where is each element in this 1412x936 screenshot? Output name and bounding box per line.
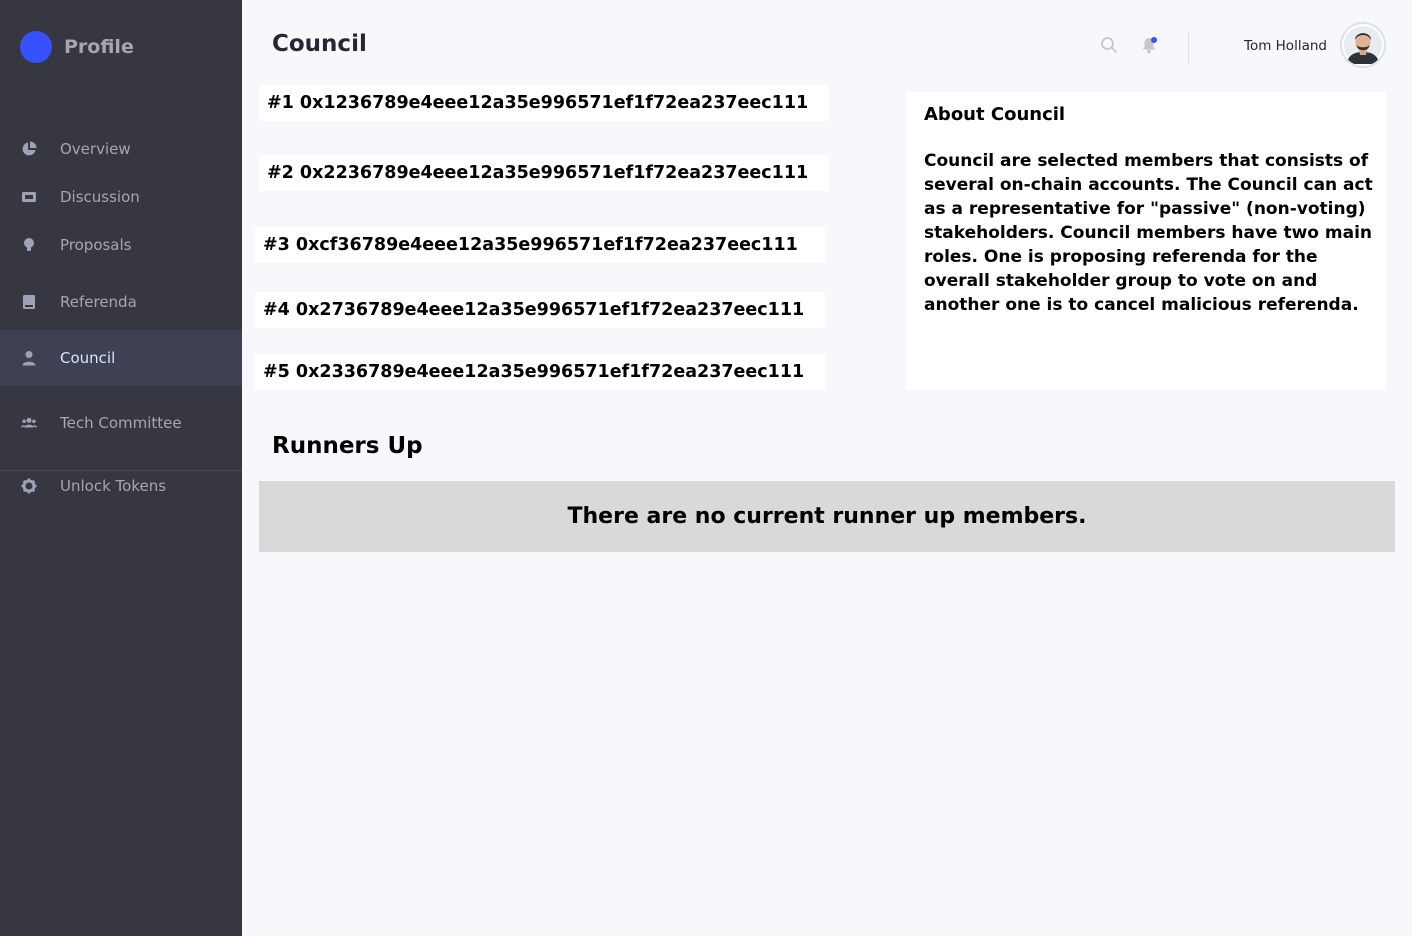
council-member-card[interactable]: #4 0x2736789e4eee12a35e996571ef1f72ea237…: [255, 292, 825, 328]
council-member-card[interactable]: #2 0x2236789e4eee12a35e996571ef1f72ea237…: [259, 155, 829, 191]
council-member-card[interactable]: #5 0x2336789e4eee12a35e996571ef1f72ea237…: [255, 354, 825, 390]
council-member-address: #4 0x2736789e4eee12a35e996571ef1f72ea237…: [263, 300, 805, 320]
council-member-card[interactable]: #1 0x1236789e4eee12a35e996571ef1f72ea237…: [259, 85, 829, 121]
sidebar-item-label: Overview: [60, 140, 131, 158]
sidebar-item-label: Proposals: [60, 236, 132, 254]
runners-up-title: Runners Up: [272, 433, 423, 459]
page-title: Council: [272, 31, 367, 57]
header-divider: [1188, 32, 1189, 64]
avatar[interactable]: [1340, 22, 1386, 68]
sidebar-item-proposals[interactable]: Proposals: [0, 217, 242, 273]
sidebar: Profile Overview Discussion Proposals Re…: [0, 0, 242, 936]
brand-logo: [20, 31, 52, 63]
runners-up-empty-state: There are no current runner up members.: [259, 481, 1395, 552]
user-name[interactable]: Tom Holland: [1244, 38, 1327, 54]
sidebar-item-referenda[interactable]: Referenda: [0, 274, 242, 330]
pie-chart-icon: [21, 141, 37, 157]
sidebar-item-label: Council: [60, 349, 116, 367]
sidebar-item-label: Tech Committee: [60, 414, 182, 432]
council-member-card[interactable]: #3 0xcf36789e4eee12a35e996571ef1f72ea237…: [255, 227, 825, 263]
sidebar-item-unlock-tokens[interactable]: Unlock Tokens: [0, 458, 242, 514]
gear-icon: [21, 478, 37, 494]
council-member-address: #5 0x2336789e4eee12a35e996571ef1f72ea237…: [263, 362, 805, 382]
runners-up-empty-message: There are no current runner up members.: [567, 504, 1087, 529]
about-council-title: About Council: [924, 104, 1066, 125]
brand-title: Profile: [64, 36, 134, 58]
about-council-card: About Council Council are selected membe…: [906, 92, 1386, 390]
council-member-address: #1 0x1236789e4eee12a35e996571ef1f72ea237…: [267, 93, 809, 113]
person-icon: [21, 350, 37, 366]
ticket-icon: [21, 189, 37, 205]
sidebar-item-tech-committee[interactable]: Tech Committee: [0, 395, 242, 451]
sidebar-item-label: Referenda: [60, 293, 137, 311]
brand[interactable]: Profile: [20, 31, 134, 63]
sidebar-item-label: Discussion: [60, 188, 140, 206]
search-icon[interactable]: [1100, 36, 1118, 54]
people-icon: [21, 415, 37, 431]
council-member-address: #2 0x2236789e4eee12a35e996571ef1f72ea237…: [267, 163, 809, 183]
sidebar-item-council[interactable]: Council: [0, 330, 242, 386]
sidebar-item-label: Unlock Tokens: [60, 477, 167, 495]
council-member-address: #3 0xcf36789e4eee12a35e996571ef1f72ea237…: [263, 235, 798, 255]
book-icon: [21, 294, 37, 310]
about-council-body: Council are selected members that consis…: [924, 151, 1373, 315]
lightbulb-icon: [21, 237, 37, 253]
notification-dot: [1151, 37, 1157, 43]
